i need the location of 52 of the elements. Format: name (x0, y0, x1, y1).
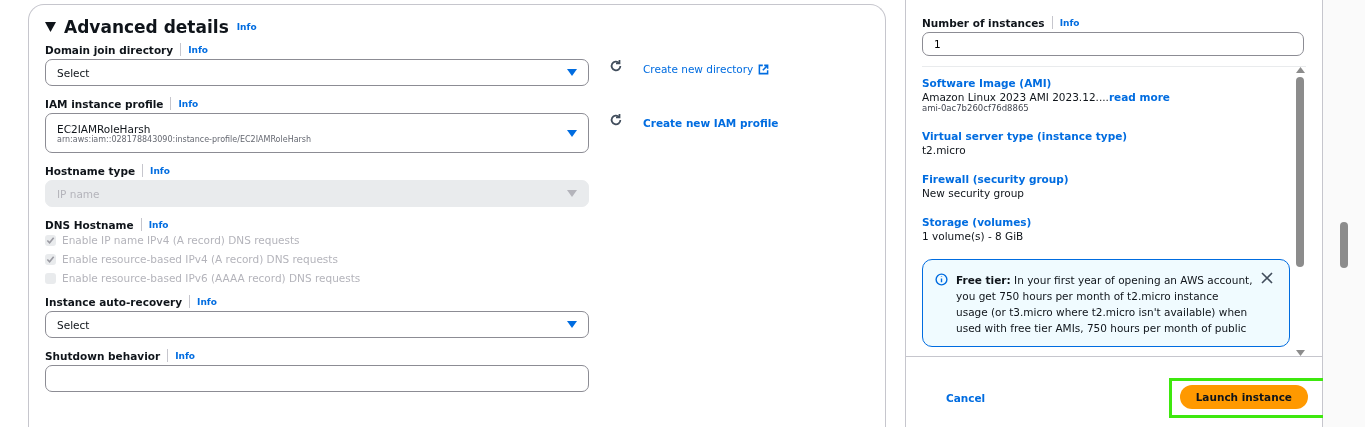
field-label: IAM instance profile (45, 97, 164, 110)
alert-text: Free tier: In your first year of opening an AWS account, you get 750 hours per month of t2.micro instance usage (or t3.micro where t2.micro isn't available) when used with free tier AMIs, 750 hours per month of public (956, 273, 1253, 336)
create-link[interactable]: Create new IAM profile (643, 117, 779, 129)
field-label: Number of instances (922, 16, 1045, 29)
caret-icon (567, 69, 577, 76)
select-field[interactable]: EC2IAMRoleHarsh arn:aws:iam::028178843090:instance-profile/EC2IAMRoleHarsh (45, 113, 589, 153)
info-link[interactable]: Info (236, 22, 257, 32)
scrollbar[interactable] (1294, 67, 1306, 356)
summary-link[interactable]: Firewall (security group) (922, 173, 1290, 185)
create-link[interactable]: Create new directory (643, 63, 770, 75)
field-label: DNS Hostname (45, 218, 134, 231)
select-field[interactable] (45, 365, 589, 392)
external-link-icon (758, 63, 770, 75)
info-link[interactable]: Info (197, 296, 217, 307)
field-label: Domain join directory (45, 43, 174, 56)
caret-icon (567, 129, 577, 137)
summary-value: Amazon Linux 2023 AMI 2023.12....read more (922, 91, 1171, 103)
section-title: Advanced details (64, 17, 229, 37)
info-link[interactable]: Info (1059, 17, 1080, 28)
info-link[interactable]: Info (175, 350, 195, 361)
scroll-down-icon[interactable] (1295, 350, 1305, 356)
page-scrollbar[interactable] (1340, 222, 1348, 268)
refresh-icon (609, 59, 623, 73)
field-label: Instance auto-recovery (45, 295, 183, 308)
close-button[interactable] (1261, 272, 1273, 284)
refresh-icon (609, 113, 623, 127)
caret-icon (567, 321, 577, 328)
checkbox-label: Enable resource-based IPv6 (AAAA record) DNS requests (62, 272, 361, 284)
caret-icon (567, 190, 577, 197)
checkbox-label: Enable IP name IPv4 (A record) DNS requests (62, 234, 300, 246)
summary-value: t2.micro (922, 144, 967, 156)
expand-caret-icon[interactable] (45, 22, 56, 32)
info-link[interactable]: Info (178, 98, 199, 109)
summary-link[interactable]: Virtual server type (instance type) (922, 130, 1290, 142)
instances-input[interactable]: 1 (922, 32, 1304, 56)
info-icon (935, 273, 948, 286)
launch-instance-button[interactable]: Launch instance (1179, 385, 1308, 409)
checkbox-label: Enable resource-based IPv4 (A record) DNS requests (62, 253, 338, 265)
summary-value: 1 volume(s) - 8 GiB (922, 230, 1025, 242)
cancel-button[interactable]: Cancel (940, 391, 992, 405)
field-label: Hostname type (45, 164, 136, 177)
info-link[interactable]: Info (188, 44, 208, 55)
summary-value: New security group (922, 187, 1025, 199)
info-link[interactable]: Info (148, 219, 169, 230)
summary-link[interactable]: Storage (volumes) (922, 216, 1290, 228)
select-field[interactable]: Select (45, 311, 589, 338)
select-field[interactable]: Select (45, 59, 589, 86)
scroll-up-icon[interactable] (1295, 67, 1305, 73)
ami-id: ami-0ac7b260cf76d8865 (922, 103, 1030, 113)
summary-link[interactable]: Software Image (AMI) (922, 77, 1290, 89)
field-label: Shutdown behavior (45, 349, 161, 362)
read-more-link[interactable]: read more (1108, 91, 1170, 103)
